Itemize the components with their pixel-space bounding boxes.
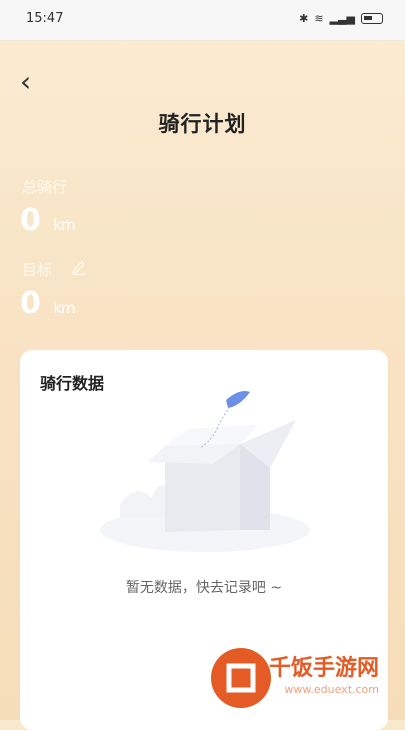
- goal-value-row: 0 km: [20, 286, 76, 321]
- total-ride-label: 总骑行: [22, 178, 68, 196]
- status-icons: ✱ ≋ ▂▃▅: [299, 12, 383, 25]
- status-bar: 15:47 ✱ ≋ ▂▃▅: [0, 0, 405, 40]
- watermark-url: www.eduext.com: [284, 683, 379, 696]
- back-button[interactable]: ‹: [20, 68, 48, 96]
- empty-state-text: 暂无数据，快去记录吧 ~: [125, 580, 283, 596]
- empty-box-icon: [100, 391, 310, 552]
- watermark: 千饭手游网 www.eduext.com: [207, 642, 397, 712]
- wifi-icon: ≋: [314, 12, 324, 25]
- signal-icon: ▂▃▅: [329, 12, 355, 25]
- bluetooth-icon: ✱: [299, 12, 309, 25]
- total-ride-unit: km: [53, 216, 75, 234]
- status-time: 15:47: [26, 11, 64, 26]
- chevron-left-icon: ‹: [20, 65, 32, 98]
- battery-icon: [361, 13, 383, 24]
- status-divider: [0, 40, 405, 41]
- total-ride-value-row: 0 km: [20, 203, 76, 238]
- goal-label: 目标: [22, 261, 53, 279]
- app-root: 15:47 ✱ ≋ ▂▃▅ ‹ 骑行计划 总骑行 0 km 目标 0 km 骑行…: [0, 0, 405, 730]
- total-ride-value: 0: [20, 203, 41, 238]
- goal-value: 0: [20, 286, 41, 321]
- page-title: 骑行计划: [158, 112, 247, 136]
- goal-unit: km: [53, 299, 75, 317]
- empty-box-illustration: [90, 380, 320, 580]
- watermark-logo: [211, 648, 271, 708]
- watermark-name: 千饭手游网: [268, 656, 379, 681]
- pencil-icon: [71, 260, 86, 276]
- edit-goal-button[interactable]: [70, 258, 88, 276]
